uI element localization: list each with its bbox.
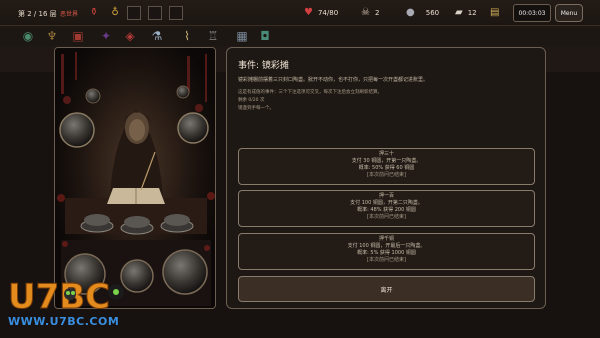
- chest-relic-icon[interactable]: ◘: [257, 28, 273, 44]
- menu-button[interactable]: Menu: [555, 4, 583, 22]
- scroll-relic-icon[interactable]: ⌇: [179, 28, 195, 44]
- book-stat[interactable]: ▤: [490, 6, 499, 20]
- watermark-url: WWW.U7BC.COM: [8, 315, 120, 328]
- leave-button[interactable]: 离开: [238, 276, 535, 302]
- option-odds: 概率: 48% 获得 200 铜圆: [357, 207, 416, 213]
- hp-value: 74/80: [317, 9, 339, 17]
- coin-stat: ● 560: [406, 6, 439, 20]
- event-illustration: [54, 47, 216, 309]
- option-odds: 概率: 5% 获得 1000 铜圆: [357, 250, 416, 256]
- option-title: 押三十: [378, 151, 394, 157]
- heart-icon: ♥: [304, 7, 313, 18]
- event-description: 镜彩摊棚前摆着三只封口陶盏。掀开不动你，也不打你，只把每一次开盏都记进账里。: [238, 77, 429, 83]
- event-panel: 事件: 镜彩摊 镜彩摊棚前摆着三只封口陶盏。掀开不动你，也不打你，只把每一次开盏…: [226, 47, 546, 309]
- empty-potion-slot[interactable]: [169, 6, 183, 20]
- event-note: 这是有成值的事件：三个下注选项可交叉，每次下注后会立刻刷新结算。: [238, 90, 382, 95]
- book-relic-icon[interactable]: ✦: [98, 28, 114, 44]
- coin-icon: ●: [406, 7, 415, 18]
- floor-indicator: 第 2 / 16 层: [18, 10, 57, 18]
- option-cost: 支付 30 铜圆，开第一只陶盏。: [351, 158, 422, 164]
- watermark-logo: U7BC WWW.U7BC.COM: [6, 272, 136, 334]
- merchant-painting: [55, 48, 215, 308]
- option-cost: 支付 100 铜圆，开第二只陶盏。: [350, 200, 423, 206]
- event-title: 事件: 镜彩摊: [238, 61, 289, 71]
- lantern-relic-icon[interactable]: ♖: [205, 28, 221, 44]
- cage-relic-icon[interactable]: ▦: [234, 28, 250, 44]
- run-timer: 00:03:03: [513, 4, 551, 22]
- skull-value: 2: [374, 9, 380, 17]
- coin-value: 560: [425, 9, 440, 17]
- top-bar: 第 2 / 16 层 恶世界 ⚱ ♁ ♥ 74/80 ☠ 2 ● 560 ▰ 1…: [0, 0, 600, 26]
- demon-relic-icon[interactable]: ♆: [44, 28, 60, 44]
- relic-bar: [0, 26, 600, 46]
- option-status: [本次前问已结束]: [367, 214, 406, 220]
- option-status: [本次前问已结束]: [367, 257, 406, 263]
- card-icon: ▰: [455, 7, 463, 18]
- event-remaining: 剩余 0/20 次: [238, 98, 265, 103]
- hp-stat: ♥ 74/80: [304, 6, 338, 20]
- option-bet-30[interactable]: 押三十 支付 30 铜圆，开第一只陶盏。 概率: 50% 获得 60 铜圆 [本…: [238, 148, 535, 185]
- deck-stat[interactable]: ▰ 12: [455, 6, 477, 20]
- eye-relic-icon[interactable]: ◉: [20, 28, 36, 44]
- option-title: 押千铜: [378, 236, 394, 242]
- option-cost: 支付 100 铜圆，开最后一只陶盏。: [347, 243, 426, 249]
- option-bet-1000[interactable]: 押千铜 支付 100 铜圆，开最后一只陶盏。 概率: 5% 获得 1000 铜圆…: [238, 233, 535, 270]
- skull-icon: ☠: [361, 7, 370, 18]
- empty-potion-slot[interactable]: [127, 6, 141, 20]
- event-hint: 镜盏到手每一个。: [238, 106, 274, 111]
- option-bet-100[interactable]: 押一百 支付 100 铜圆，开第二只陶盏。 概率: 48% 获得 200 铜圆 …: [238, 190, 535, 227]
- box-relic-icon[interactable]: ◈: [122, 28, 138, 44]
- option-title: 押一百: [378, 193, 394, 199]
- card-value: 12: [467, 9, 477, 17]
- svg-text:U7BC: U7BC: [8, 277, 110, 317]
- flask-relic-icon[interactable]: ⚗: [149, 28, 165, 44]
- chest-relic-icon[interactable]: ▣: [70, 28, 86, 44]
- book-icon: ▤: [490, 7, 500, 18]
- option-status: [本次前问已结束]: [367, 172, 406, 178]
- red-potion-icon[interactable]: ⚱: [89, 6, 99, 20]
- gold-potion-icon[interactable]: ♁: [110, 6, 120, 20]
- empty-potion-slot[interactable]: [148, 6, 162, 20]
- zone-label: 恶世界: [60, 11, 79, 18]
- option-odds: 概率: 50% 获得 60 铜圆: [358, 165, 415, 171]
- skull-stat: ☠ 2: [361, 6, 379, 20]
